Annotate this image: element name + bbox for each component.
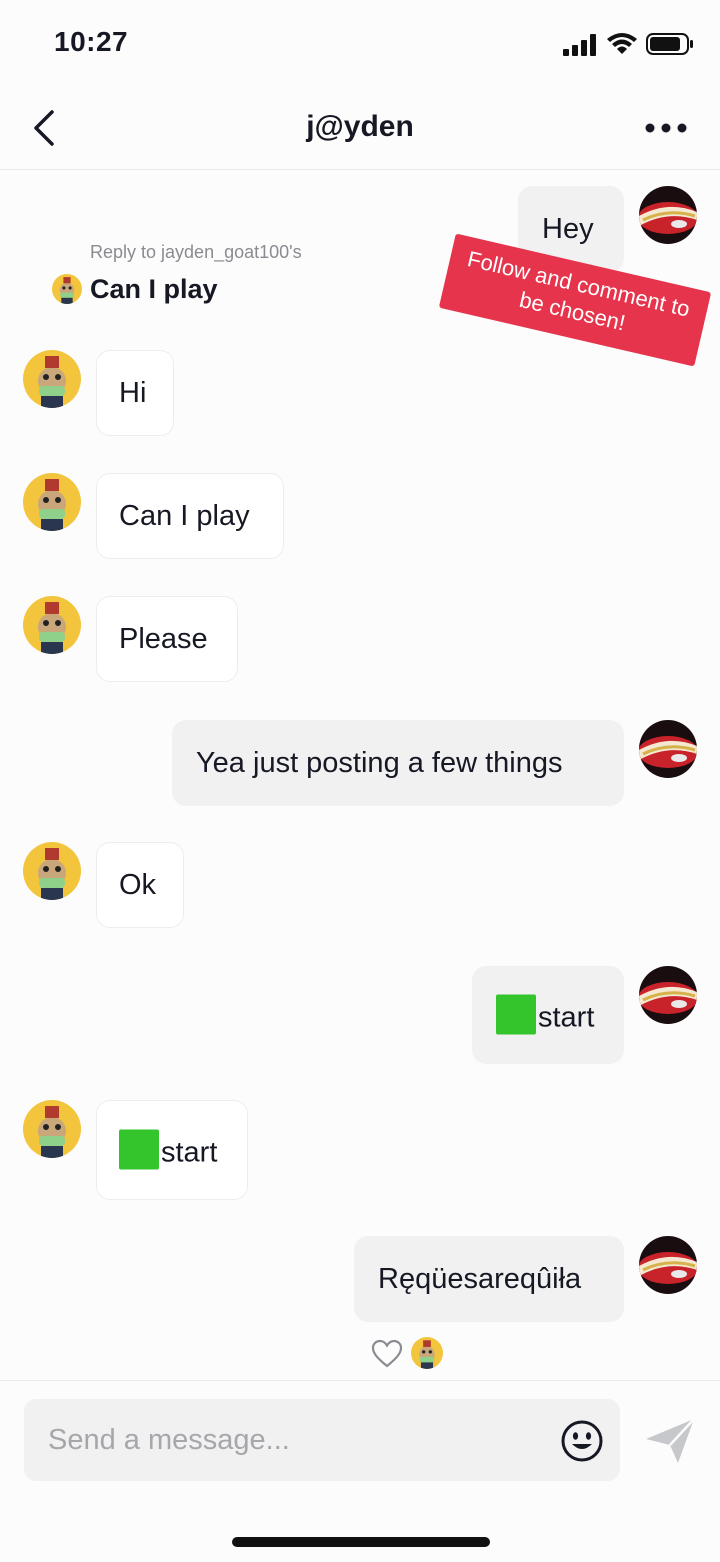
heart-icon[interactable] — [371, 1339, 403, 1369]
message-bubble-outgoing[interactable]: Yea just posting a few things — [172, 720, 624, 806]
green-square-emoji-icon — [119, 1129, 159, 1170]
reaction-avatar — [411, 1337, 443, 1369]
smiley-icon[interactable] — [560, 1419, 604, 1463]
chat-title[interactable]: j@yden — [0, 110, 720, 144]
status-time: 10:27 — [54, 26, 129, 57]
message-text: Hi — [119, 377, 147, 409]
message-bubble-outgoing[interactable]: Ręqüesareqûiła — [354, 1236, 624, 1322]
reply-label: Reply to jayden_goat100's — [90, 242, 302, 262]
my-avatar[interactable] — [639, 966, 697, 1024]
message-text: Ręqüesareqûiła — [378, 1263, 582, 1295]
reply-context[interactable]: Reply to jayden_goat100's Can I play — [30, 236, 420, 320]
message-text: start — [161, 1136, 218, 1169]
message-content: start — [119, 1129, 218, 1171]
message-text: Yea just posting a few things — [196, 747, 563, 779]
my-avatar[interactable] — [639, 720, 697, 778]
signal-icon — [563, 34, 596, 56]
message-content: start — [496, 994, 595, 1036]
contact-avatar[interactable] — [23, 350, 81, 408]
battery-icon — [646, 33, 693, 55]
contact-avatar[interactable] — [23, 596, 81, 654]
message-bubble-incoming[interactable]: Please — [96, 596, 238, 682]
message-text: Hey — [542, 213, 594, 245]
home-indicator[interactable] — [232, 1537, 490, 1547]
status-bar: 10:27 — [0, 0, 720, 88]
contact-avatar[interactable] — [23, 473, 81, 531]
message-bubble-incoming[interactable]: start — [96, 1100, 248, 1200]
message-bubble-outgoing[interactable]: start — [472, 966, 624, 1064]
my-avatar[interactable] — [639, 1236, 697, 1294]
message-bubble-incoming[interactable]: Hi — [96, 350, 174, 436]
reply-avatar — [52, 274, 82, 304]
message-text: Please — [119, 623, 208, 655]
chat-header: j@yden — [0, 88, 720, 170]
message-text: Ok — [119, 869, 157, 901]
message-composer — [0, 1380, 720, 1562]
message-text: start — [538, 1001, 595, 1034]
reply-text: Can I play — [90, 274, 218, 304]
contact-avatar[interactable] — [23, 842, 81, 900]
ellipsis-icon[interactable] — [640, 110, 692, 146]
contact-avatar[interactable] — [23, 1100, 81, 1158]
wifi-icon — [607, 33, 637, 54]
green-square-emoji-icon — [496, 994, 536, 1035]
message-text: Can I play — [119, 500, 250, 532]
message-input[interactable] — [24, 1399, 620, 1481]
send-icon[interactable] — [644, 1417, 696, 1465]
my-avatar[interactable] — [639, 186, 697, 244]
message-bubble-incoming[interactable]: Ok — [96, 842, 184, 928]
message-bubble-incoming[interactable]: Can I play — [96, 473, 284, 559]
